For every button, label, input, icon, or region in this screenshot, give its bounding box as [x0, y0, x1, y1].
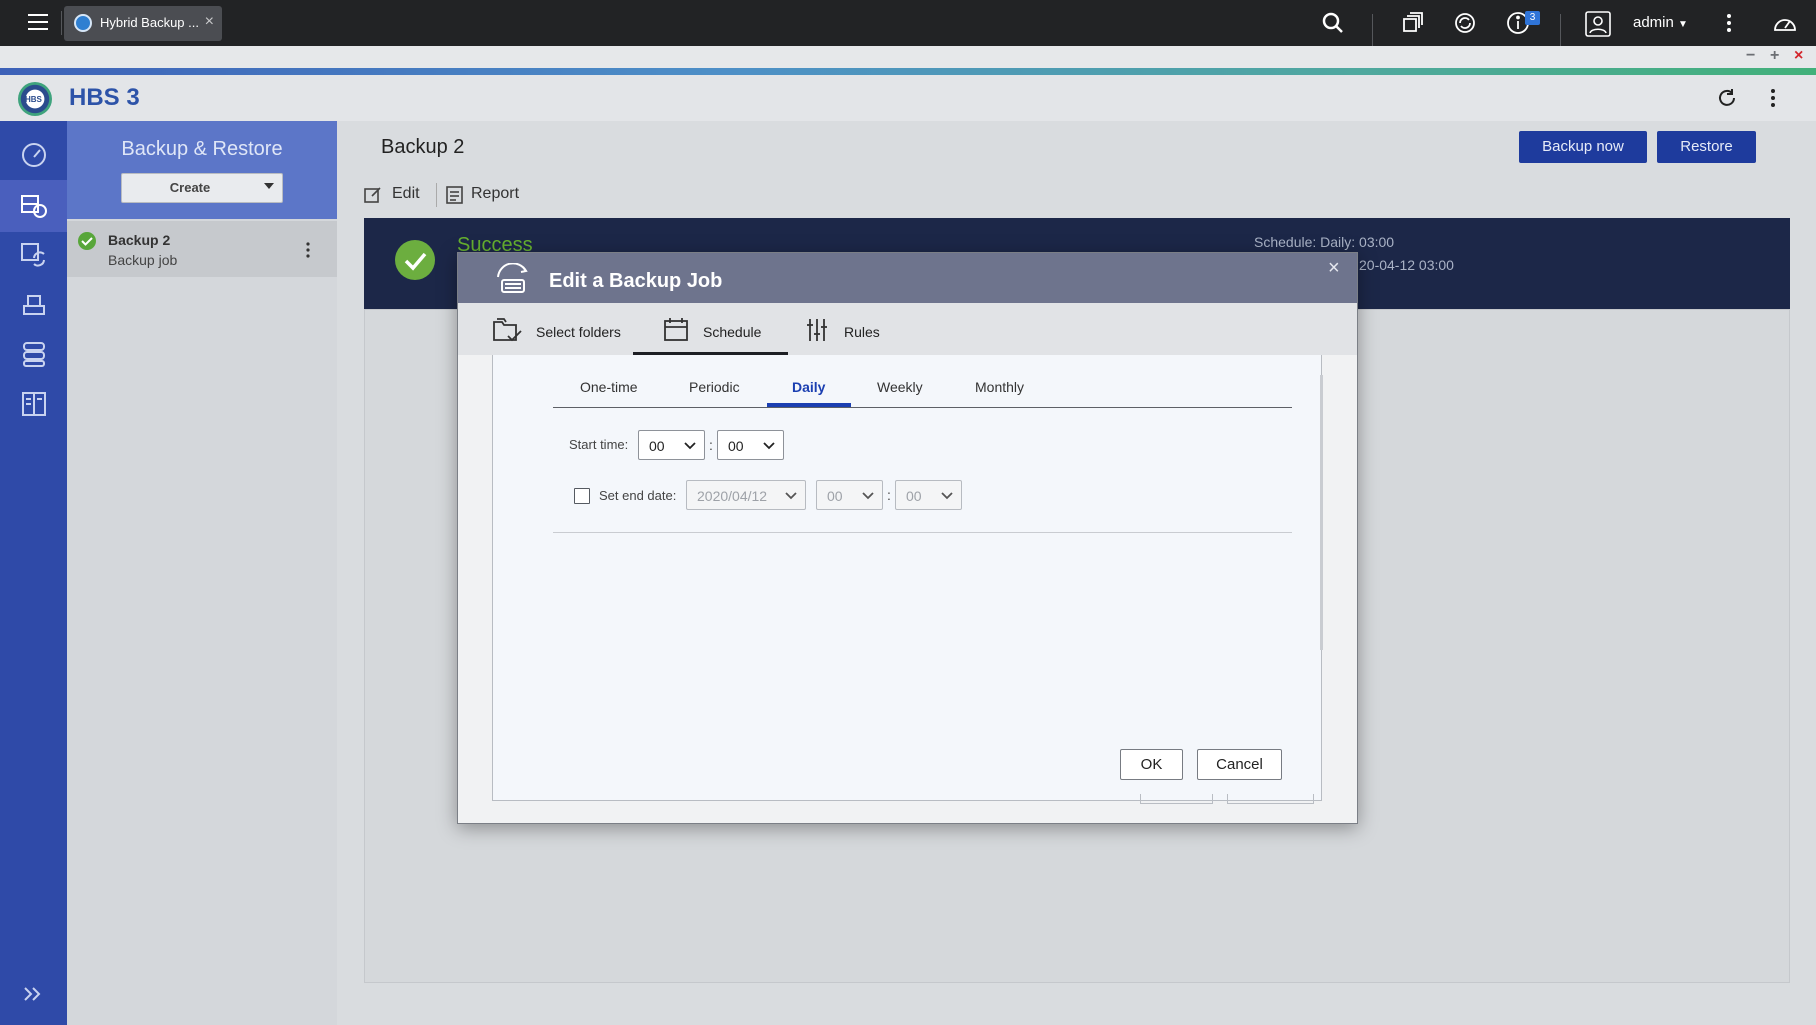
storage-space-icon[interactable]	[20, 290, 48, 318]
background-task-icon[interactable]	[1453, 11, 1477, 35]
schedule-active-indicator	[767, 403, 851, 407]
search-icon[interactable]	[1321, 11, 1345, 35]
end-date-value: 2020/04/12	[697, 488, 768, 504]
window-bar	[0, 46, 1816, 68]
chevron-down-icon	[784, 489, 798, 503]
app-title: HBS 3	[69, 84, 140, 111]
tab-close-icon[interactable]: ×	[205, 13, 214, 31]
create-button[interactable]: Create	[121, 173, 283, 203]
create-label: Create	[169, 180, 211, 195]
create-dropdown-icon[interactable]	[264, 183, 274, 189]
end-hour-select[interactable]: 00	[816, 480, 883, 510]
user-avatar-icon[interactable]	[1585, 11, 1611, 37]
job-more-icon[interactable]	[300, 240, 316, 260]
divider	[1560, 14, 1561, 46]
dialog-title: Edit a Backup Job	[549, 270, 723, 292]
app-more-icon[interactable]	[1766, 86, 1780, 110]
job-name: Backup 2	[108, 232, 171, 248]
report-icon[interactable]	[446, 186, 464, 204]
start-minute-value: 00	[728, 438, 744, 454]
tab-title: Hybrid Backup ...	[100, 15, 199, 30]
section-title: Backup & Restore	[121, 138, 283, 160]
underlying-button-edge	[1140, 794, 1213, 804]
start-time-label: Start time:	[569, 437, 629, 452]
time-separator: :	[887, 487, 891, 503]
overview-gauge-icon[interactable]	[20, 141, 48, 169]
close-window-icon[interactable]: ×	[1794, 47, 1803, 65]
start-hour-value: 00	[649, 438, 665, 454]
app-header	[0, 75, 1816, 121]
success-icon	[395, 240, 435, 280]
dashboard-icon[interactable]	[1772, 11, 1796, 35]
maximize-icon[interactable]: +	[1770, 47, 1779, 65]
schedule-panel	[492, 355, 1322, 801]
accent-stripe	[0, 68, 1816, 75]
time-separator: :	[709, 437, 713, 453]
rules-sliders-icon	[806, 318, 828, 342]
refresh-icon[interactable]	[1715, 86, 1739, 110]
username: admin	[1633, 14, 1674, 31]
logo-text: HBS	[25, 95, 42, 104]
page-title: Backup 2	[381, 136, 465, 158]
main-menu-icon[interactable]	[14, 11, 62, 35]
top-bar	[0, 0, 1816, 46]
schedule-tab-one-time[interactable]: One-time	[580, 379, 638, 395]
start-minute-select[interactable]: 00	[717, 430, 784, 460]
last-run-text: 20-04-12 03:00	[1359, 257, 1454, 273]
schedule-tabs-divider	[553, 407, 1292, 408]
job-list-header	[67, 121, 337, 219]
select-folders-icon	[493, 316, 525, 344]
end-minute-select[interactable]: 00	[895, 480, 962, 510]
schedule-text: Schedule: Daily: 03:00	[1254, 234, 1395, 250]
chevron-down-icon	[683, 439, 697, 453]
services-icon[interactable]	[20, 340, 48, 368]
dialog-close-icon[interactable]: ×	[1328, 257, 1340, 280]
more-options-icon[interactable]	[1717, 11, 1741, 35]
cancel-button[interactable]: Cancel	[1197, 749, 1282, 780]
restore-button[interactable]: Restore	[1657, 131, 1756, 163]
edit-link[interactable]: Edit	[392, 185, 420, 203]
logs-icon[interactable]	[20, 390, 48, 418]
notification-badge: 3	[1525, 11, 1540, 25]
end-date-select[interactable]: 2020/04/12	[686, 480, 806, 510]
edit-icon[interactable]	[364, 186, 382, 204]
hbs-tab-icon	[74, 14, 92, 32]
section-divider	[553, 532, 1292, 533]
schedule-tab-periodic[interactable]: Periodic	[689, 379, 740, 395]
calendar-icon	[664, 317, 688, 341]
report-link[interactable]: Report	[471, 185, 519, 203]
minimize-icon[interactable]: −	[1746, 47, 1755, 65]
backup-job-icon	[494, 263, 532, 295]
underlying-button-edge	[1227, 794, 1314, 804]
expand-rail-icon[interactable]	[22, 985, 44, 1003]
ok-button[interactable]: OK	[1120, 749, 1183, 780]
scrollbar[interactable]	[1320, 375, 1323, 650]
set-end-date-checkbox[interactable]	[574, 488, 590, 504]
divider	[436, 183, 437, 207]
schedule-tab-weekly[interactable]: Weekly	[877, 379, 923, 395]
backup-restore-icon[interactable]	[20, 192, 48, 220]
divider	[1372, 14, 1373, 46]
success-check-icon	[78, 232, 96, 250]
backup-now-button[interactable]: Backup now	[1519, 131, 1647, 163]
tab-rules[interactable]: Rules	[844, 324, 880, 340]
chevron-down-icon	[861, 489, 875, 503]
tab-schedule[interactable]: Schedule	[703, 324, 761, 340]
chevron-down-icon: ▼	[1678, 19, 1688, 30]
start-hour-select[interactable]: 00	[638, 430, 705, 460]
end-minute-value: 00	[906, 488, 922, 504]
list-item[interactable]	[67, 221, 337, 277]
sync-icon[interactable]	[20, 240, 48, 268]
job-type: Backup job	[108, 252, 178, 268]
schedule-tab-daily[interactable]: Daily	[792, 379, 825, 395]
user-menu[interactable]: admin ▼	[1633, 14, 1688, 31]
tasks-stack-icon[interactable]	[1400, 11, 1424, 35]
set-end-date-label: Set end date:	[599, 488, 677, 503]
chevron-down-icon	[762, 439, 776, 453]
chevron-down-icon	[940, 489, 954, 503]
schedule-tab-monthly[interactable]: Monthly	[975, 379, 1024, 395]
tab-select-folders[interactable]: Select folders	[536, 324, 621, 340]
end-hour-value: 00	[827, 488, 843, 504]
browser-tab-hybrid-backup[interactable]: Hybrid Backup ... ×	[64, 6, 222, 41]
